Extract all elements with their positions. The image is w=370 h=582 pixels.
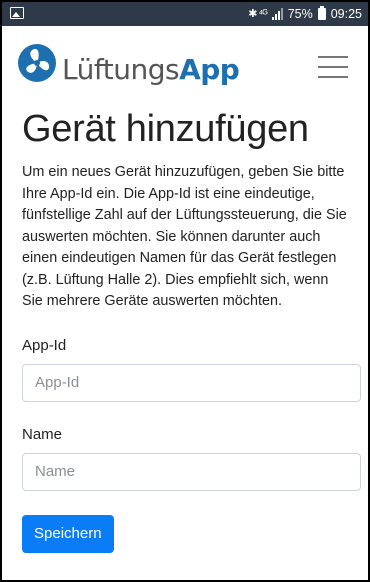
fan-logo-icon[interactable]	[17, 43, 57, 83]
battery-icon	[317, 6, 326, 20]
page-title: Gerät hinzufügen	[22, 108, 309, 150]
status-bar: ✱ ⁴ᴳ 75% 09:25	[2, 2, 368, 26]
name-input[interactable]	[22, 452, 361, 491]
app-id-input[interactable]	[22, 363, 361, 402]
gallery-notification-icon	[10, 7, 24, 19]
battery-percent: 75%	[287, 7, 313, 21]
main-content: Gerät hinzufügen Um ein neues Gerät hinz…	[22, 106, 361, 553]
phone-screen: ✱ ⁴ᴳ 75% 09:25 LüftungsApp Gerät hinzufü…	[0, 0, 370, 582]
brand-name[interactable]: LüftungsApp	[62, 53, 240, 86]
brand-text-app: App	[179, 53, 240, 86]
save-button[interactable]: Speichern	[22, 514, 114, 553]
navbar: LüftungsApp	[2, 26, 368, 94]
intro-text: Um ein neues Gerät hinzuzufügen, geben S…	[22, 164, 347, 309]
status-indicators: ✱ ⁴ᴳ 75% 09:25	[248, 6, 362, 22]
app-id-label: App-Id	[22, 336, 67, 354]
name-label: Name	[22, 425, 63, 443]
hamburger-menu-icon[interactable]	[318, 56, 348, 78]
clock: 09:25	[330, 7, 362, 21]
signal-strength-icon	[271, 8, 283, 20]
network-indicators: ✱ ⁴ᴳ	[248, 8, 267, 20]
brand-text-main: Lüftungs	[62, 53, 180, 86]
